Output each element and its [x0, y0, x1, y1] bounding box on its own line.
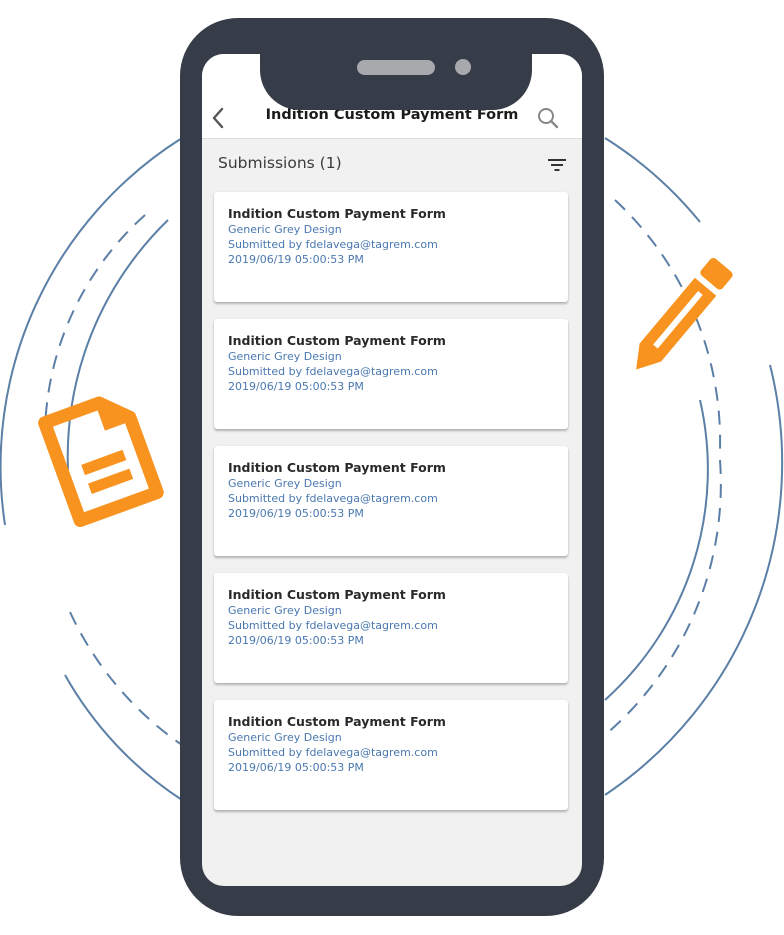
- submission-card[interactable]: Indition Custom Payment Form Generic Gre…: [214, 319, 568, 429]
- submission-form-name: Indition Custom Payment Form: [228, 714, 446, 729]
- dashed-ring-right-lower-arc: [604, 459, 722, 736]
- submission-timestamp: 2019/06/19 05:00:53 PM: [228, 761, 364, 774]
- inner-right-arc: [604, 399, 709, 701]
- submissions-header: Submissions (1): [218, 154, 342, 172]
- submission-submitted-by: Submitted by fdelavega@tagrem.com: [228, 492, 438, 505]
- submission-form-name: Indition Custom Payment Form: [228, 333, 446, 348]
- outer-ring-right-lower-arc: [604, 364, 784, 796]
- filter-icon: [548, 159, 566, 171]
- submission-design: Generic Grey Design: [228, 604, 342, 617]
- submission-design: Generic Grey Design: [228, 223, 342, 236]
- submission-submitted-by: Submitted by fdelavega@tagrem.com: [228, 619, 438, 632]
- submission-design: Generic Grey Design: [228, 477, 342, 490]
- submission-card[interactable]: Indition Custom Payment Form Generic Gre…: [214, 700, 568, 810]
- submission-design: Generic Grey Design: [228, 350, 342, 363]
- chevron-left-icon: [212, 107, 224, 129]
- submission-list: Indition Custom Payment Form Generic Gre…: [214, 192, 568, 827]
- search-icon: [538, 108, 559, 129]
- submission-timestamp: 2019/06/19 05:00:53 PM: [228, 380, 364, 393]
- pencil-icon: [636, 257, 733, 370]
- speaker-grille: [357, 60, 435, 75]
- submission-form-name: Indition Custom Payment Form: [228, 206, 446, 221]
- inner-ring-lower-arc: [69, 611, 183, 746]
- submission-submitted-by: Submitted by fdelavega@tagrem.com: [228, 365, 438, 378]
- phone-notch: [260, 36, 532, 110]
- submission-timestamp: 2019/06/19 05:00:53 PM: [228, 253, 364, 266]
- submission-design: Generic Grey Design: [228, 731, 342, 744]
- filter-button[interactable]: [542, 152, 572, 178]
- submission-card[interactable]: Indition Custom Payment Form Generic Gre…: [214, 192, 568, 302]
- search-button[interactable]: [534, 104, 562, 132]
- illustration: Indition Custom Payment Form Submissions…: [0, 0, 784, 935]
- submission-submitted-by: Submitted by fdelavega@tagrem.com: [228, 238, 438, 251]
- submission-card[interactable]: Indition Custom Payment Form Generic Gre…: [214, 573, 568, 683]
- submission-form-name: Indition Custom Payment Form: [228, 460, 446, 475]
- submission-submitted-by: Submitted by fdelavega@tagrem.com: [228, 746, 438, 759]
- phone-screen: Indition Custom Payment Form Submissions…: [202, 54, 582, 886]
- outer-ring-right-arc: [604, 137, 701, 223]
- phone-frame: Indition Custom Payment Form Submissions…: [180, 18, 604, 916]
- back-button[interactable]: [206, 102, 230, 134]
- submission-card[interactable]: Indition Custom Payment Form Generic Gre…: [214, 446, 568, 556]
- submission-form-name: Indition Custom Payment Form: [228, 587, 446, 602]
- submission-timestamp: 2019/06/19 05:00:53 PM: [228, 507, 364, 520]
- submission-timestamp: 2019/06/19 05:00:53 PM: [228, 634, 364, 647]
- document-icon: [38, 396, 164, 528]
- front-camera: [455, 59, 471, 75]
